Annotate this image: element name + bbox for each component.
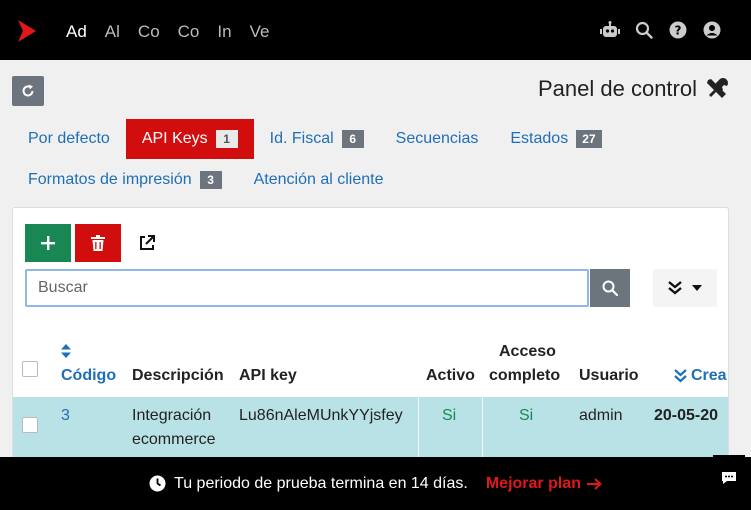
external-link-icon (140, 235, 155, 250)
column-header-codigo[interactable]: Código (61, 364, 116, 388)
sort-icon[interactable] (61, 344, 71, 358)
tab-count-badge: 3 (199, 171, 222, 189)
trial-banner: Tu periodo de prueba termina en 14 días.… (0, 457, 751, 510)
top-navbar: Ad Al Co Co In Ve ? (0, 0, 751, 60)
cell-usuario: admin (579, 407, 623, 424)
tab-id-fiscal[interactable]: Id. Fiscal 6 (254, 119, 380, 159)
clock-icon (149, 475, 166, 492)
delete-button[interactable] (75, 224, 121, 262)
column-header-usuario[interactable]: Usuario (579, 364, 639, 388)
tab-count-badge: 1 (215, 130, 238, 148)
logo-icon[interactable] (18, 20, 36, 42)
help-icon[interactable]: ? (667, 19, 689, 41)
api-keys-panel: Buscar Código Descripción API key Activo… (12, 207, 729, 467)
reload-button[interactable] (12, 76, 44, 106)
tab-secuencias[interactable]: Secuencias (380, 119, 495, 159)
search-icon (602, 280, 618, 296)
settings-tabs-row-1: Por defecto API Keys 1 Id. Fiscal 6 Secu… (12, 119, 618, 159)
upgrade-plan-link[interactable]: Mejorar plan (486, 475, 602, 493)
chat-button[interactable] (713, 455, 745, 500)
cell-creacion: 20-05-20 (654, 407, 719, 424)
cell-apikey: Lu86nAleMUnkYYjsfey (239, 407, 403, 424)
robot-icon[interactable] (599, 19, 621, 41)
row-checkbox[interactable] (22, 417, 38, 433)
column-header-acceso-line1[interactable]: Acceso (499, 340, 556, 364)
tab-api-keys[interactable]: API Keys 1 (125, 119, 254, 159)
column-header-apikey[interactable]: API key (239, 364, 297, 388)
caret-down-icon (692, 285, 702, 291)
search-icon[interactable] (633, 19, 655, 41)
search-placeholder: Buscar (38, 279, 88, 296)
column-header-activo[interactable]: Activo (426, 364, 475, 388)
menu-item-ve[interactable]: Ve (250, 22, 270, 42)
filters-dropdown-button[interactable] (653, 269, 717, 307)
column-header-descripcion[interactable]: Descripción (132, 364, 224, 388)
page-title-text: Panel de control (538, 76, 697, 101)
page-title: Panel de control (538, 76, 729, 102)
cell-codigo[interactable]: 3 (61, 404, 70, 428)
tools-icon (707, 78, 728, 98)
main-menu: Ad Al Co Co In Ve (66, 22, 287, 42)
settings-tabs-row-2: Formatos de impresión 3 Atención al clie… (12, 160, 399, 200)
tab-formatos-impresion[interactable]: Formatos de impresión 3 (12, 160, 238, 200)
search-input[interactable]: Buscar (25, 269, 589, 307)
cell-activo: Si (442, 407, 457, 424)
menu-item-co-2[interactable]: Co (178, 22, 200, 42)
menu-item-in[interactable]: In (217, 22, 231, 42)
user-icon[interactable] (701, 19, 723, 41)
menu-item-al[interactable]: Al (105, 22, 120, 42)
cell-acceso: Si (519, 407, 534, 424)
add-button[interactable] (25, 224, 71, 262)
tab-count-badge: 6 (341, 130, 364, 148)
tab-por-defecto[interactable]: Por defecto (12, 119, 126, 159)
cell-descripcion-line2: ecommerce (132, 431, 216, 448)
select-all-checkbox[interactable] (22, 361, 38, 377)
column-header-acceso-line2[interactable]: completo (489, 364, 560, 388)
arrow-right-icon (586, 477, 602, 490)
chat-icon (722, 471, 736, 484)
tab-atencion-cliente[interactable]: Atención al cliente (238, 160, 400, 200)
menu-item-co-1[interactable]: Co (138, 22, 160, 42)
svg-text:?: ? (675, 24, 682, 38)
sort-desc-icon[interactable] (674, 369, 687, 383)
export-button[interactable] (125, 224, 169, 262)
column-header-creacion[interactable]: Crea (691, 364, 727, 388)
double-chevron-down-icon (668, 281, 682, 295)
tab-count-badge: 27 (576, 130, 602, 148)
trash-icon (91, 235, 105, 251)
plus-icon (41, 236, 55, 250)
search-button[interactable] (590, 269, 630, 307)
trial-message: Tu periodo de prueba termina en 14 días. (174, 474, 468, 492)
tab-estados[interactable]: Estados 27 (494, 119, 617, 159)
cell-descripcion-line1: Integración (132, 407, 212, 424)
refresh-icon (22, 84, 34, 97)
menu-item-ad[interactable]: Ad (66, 22, 87, 42)
